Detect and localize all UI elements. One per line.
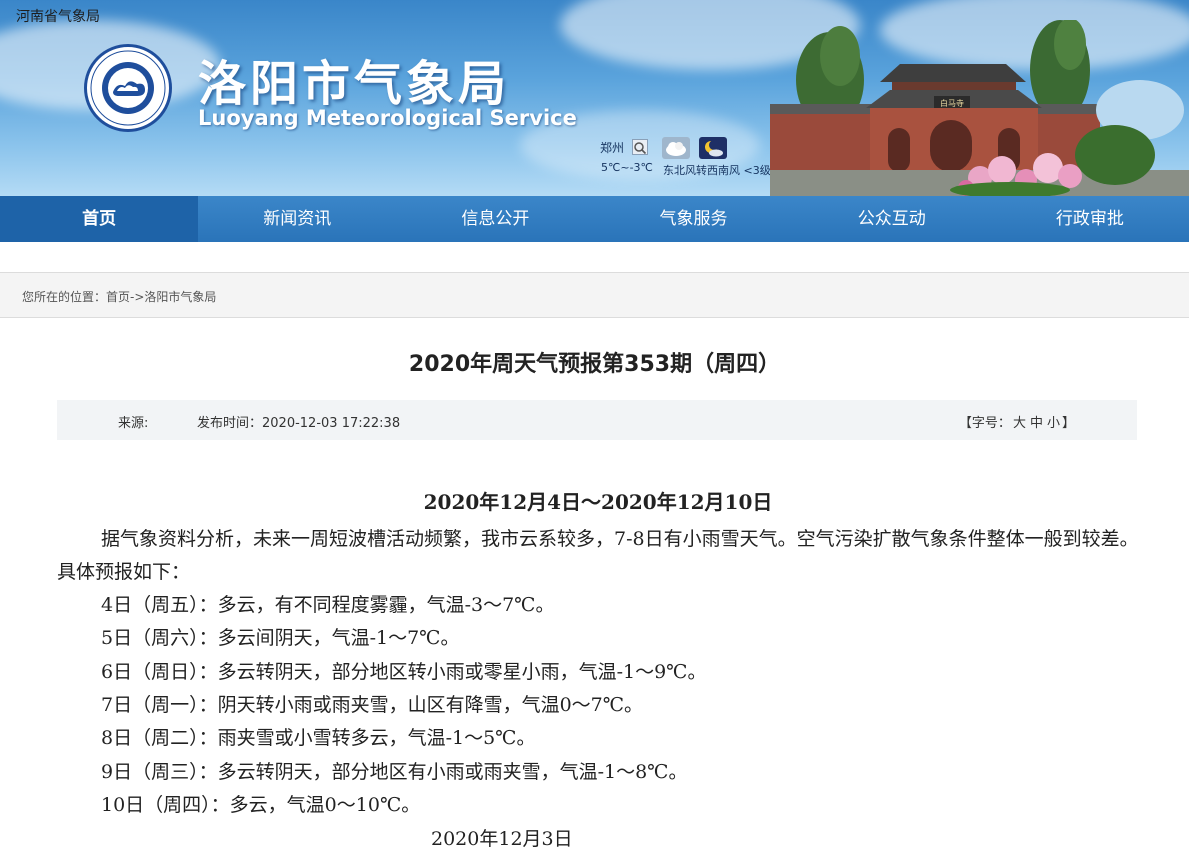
forecast-day-7: 7日（周一）：阴天转小雨或雨夹雪，山区有降雪，气温0～7℃。 [101,694,644,716]
publish-time-label: 发布时间： [197,416,263,431]
top-link-henan[interactable]: 河南省气象局 [16,6,100,26]
forecast-day-10: 10日（周四）：多云，气温0～10℃。 [101,794,421,816]
forecast-day-4: 4日（周五）：多云，有不同程度雾霾，气温-3～7℃。 [101,594,555,616]
breadcrumb-home-link[interactable]: 首页 [106,290,130,304]
temple-plaque: 白马寺 [940,98,964,108]
sign-date: 2020年12月3日 [431,828,573,850]
nav-item-public-interaction[interactable]: 公众互动 [793,196,991,242]
nav-item-home[interactable]: 首页 [0,196,199,242]
moon-cloud-icon [699,137,727,159]
font-size-suffix: 】 [1061,416,1075,431]
forecast-day-9: 9日（周三）：多云转阴天，部分地区有小雨或雨夹雪，气温-1～8℃。 [101,761,688,783]
font-size-small-button[interactable]: 小 [1047,416,1060,431]
article-title: 2020年周天气预报第353期（周四） [408,352,781,377]
font-size-medium-button[interactable]: 中 [1030,416,1043,431]
article-source-label: 来源: [118,416,149,431]
site-subtitle: Luoyang Meteorological Service [198,106,577,130]
publish-time-value: 2020-12-03 17:22:38 [262,416,401,431]
font-size-prefix: 【字号： [958,416,1011,431]
search-icon[interactable] [632,139,648,155]
breadcrumb: 您所在的位置：首页->洛阳市气象局 [22,288,216,305]
nav-item-admin-approval[interactable]: 行政审批 [991,196,1189,242]
main-nav: 首页 新闻资讯 信息公开 气象服务 公众互动 行政审批 [0,196,1189,242]
forecast-period-heading: 2020年12月4日～2020年12月10日 [423,490,773,514]
font-size-large-button[interactable]: 大 [1013,416,1026,431]
nav-item-news[interactable]: 新闻资讯 [198,196,396,242]
temple-illustration: 白马寺 [770,20,1189,196]
site-title: 洛阳市气象局 [198,56,511,112]
forecast-intro: 据气象资料分析，未来一周短波槽活动频繁，我市云系较多，7-8日有小雨雪天气。空气… [57,528,1139,583]
breadcrumb-bar: 您所在的位置：首页->洛阳市气象局 [0,273,1189,318]
cloudy-icon [662,137,690,159]
breadcrumb-prefix: 您所在的位置： [22,290,107,304]
header-banner: 河南省气象局 洛阳市气象局 Luoyang Meteorological Ser… [0,0,1189,196]
weather-temp: 5℃~-3℃ [601,161,653,174]
article-publish-time: 发布时间：2020-12-03 17:22:38 [197,412,400,431]
article-meta-bar: 来源: 发布时间：2020-12-03 17:22:38 【字号：大中小】 [57,400,1137,440]
cma-logo[interactable] [84,44,172,132]
nav-item-weather-service[interactable]: 气象服务 [594,196,792,242]
forecast-day-8: 8日（周二）：雨夹雪或小雪转多云，气温-1～5℃。 [101,727,536,749]
font-size-control: 【字号：大中小】 [959,412,1075,431]
forecast-day-5: 5日（周六）：多云间阴天，气温-1～7℃。 [101,627,460,649]
breadcrumb-current-link[interactable]: 洛阳市气象局 [144,290,216,304]
breadcrumb-separator: -> [130,290,145,304]
weather-wind: 东北风转西南风 <3级 [663,164,771,177]
nav-item-info-disclosure[interactable]: 信息公开 [396,196,594,242]
forecast-day-6: 6日（周日）：多云转阴天，部分地区转小雨或零星小雨，气温-1～9℃。 [101,661,707,683]
weather-city[interactable]: 郑州 [600,139,624,156]
